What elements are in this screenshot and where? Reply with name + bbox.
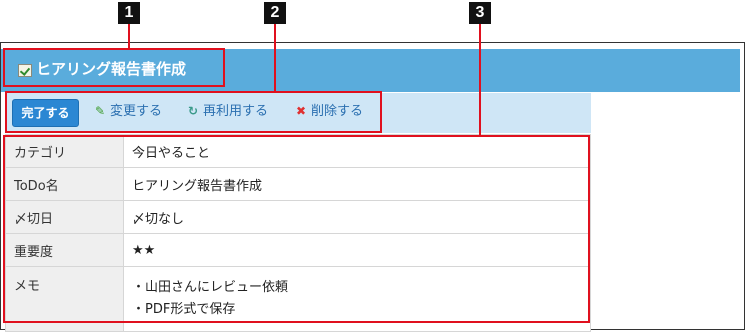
callout-number-3: 3	[469, 2, 491, 24]
callout-connector	[128, 24, 130, 49]
highlight-box-title	[3, 48, 225, 87]
highlight-box-details	[3, 135, 590, 323]
callout-number-1: 1	[118, 2, 140, 24]
callout-number-2: 2	[264, 2, 286, 24]
highlight-box-toolbar	[5, 91, 382, 133]
callout-connector	[274, 24, 276, 92]
callout-connector	[479, 24, 481, 136]
